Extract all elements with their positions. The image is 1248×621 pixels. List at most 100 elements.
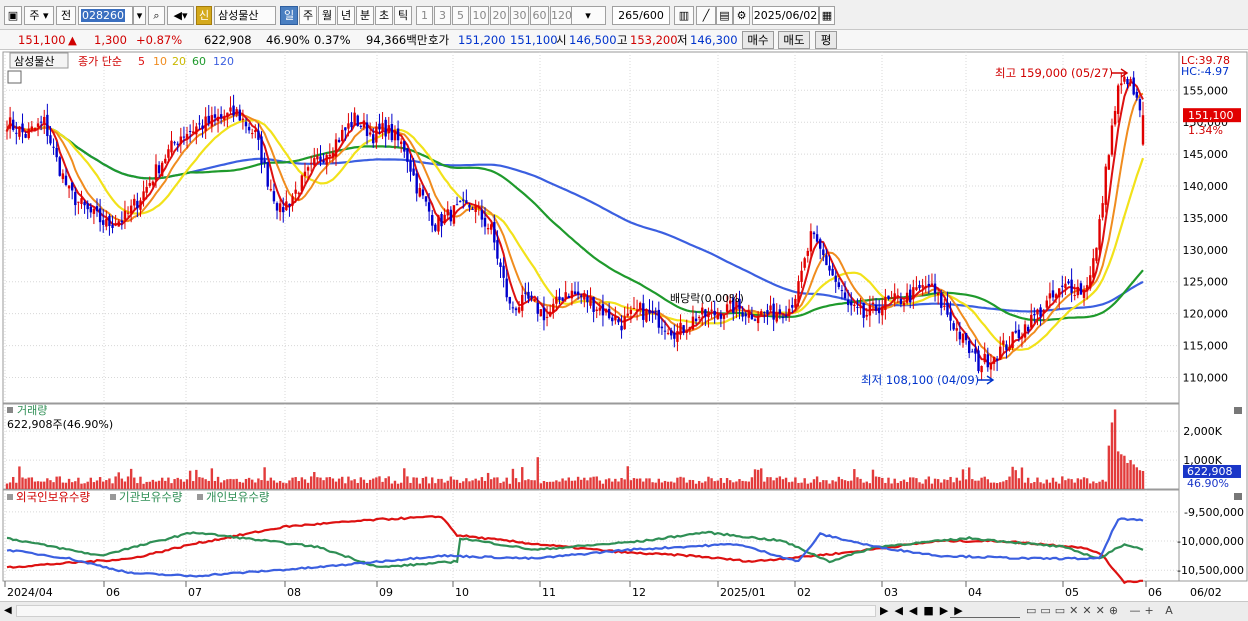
volume-bar bbox=[269, 477, 273, 489]
period-tab-4[interactable]: 분 bbox=[356, 6, 374, 25]
candle-body bbox=[1064, 283, 1067, 289]
volume-bar bbox=[12, 476, 15, 489]
candle bbox=[1107, 153, 1111, 171]
volume-bar bbox=[856, 477, 859, 489]
ask-label: 호가 bbox=[428, 33, 450, 47]
minute-tab-120[interactable]: 120 bbox=[550, 6, 572, 25]
legend-ma20: 20 bbox=[172, 55, 186, 68]
candle-body bbox=[92, 208, 96, 214]
candle-body bbox=[865, 314, 868, 317]
change-value: 1,300 bbox=[94, 33, 127, 47]
candle-body bbox=[1135, 91, 1138, 98]
scroll-left-icon[interactable]: ◀ bbox=[4, 605, 12, 616]
gear-icon[interactable]: ⚙ bbox=[733, 6, 750, 25]
volume-bar bbox=[182, 481, 186, 489]
volume-bar bbox=[309, 476, 313, 489]
window-icon[interactable]: ▣ bbox=[4, 6, 22, 25]
stock-chart-svg[interactable]: 110,000 115,000 120,000 125,000 130,000 135,0… bbox=[0, 51, 1248, 601]
candle-body bbox=[1113, 110, 1117, 125]
volume-bar bbox=[521, 467, 524, 489]
mode-all-button[interactable]: 전 bbox=[56, 6, 76, 25]
volume-bar bbox=[921, 483, 924, 489]
save-icon[interactable]: ▤ bbox=[716, 6, 733, 25]
minute-tab-10[interactable]: 10 bbox=[470, 6, 489, 25]
price-tick-label: 130,000 bbox=[1183, 244, 1229, 257]
sell-button[interactable]: 매도 bbox=[778, 31, 810, 49]
volume-bar bbox=[679, 476, 682, 489]
period-tab-2[interactable]: 월 bbox=[318, 6, 336, 25]
date-field[interactable]: 2025/06/02 bbox=[752, 6, 819, 25]
volume-bar bbox=[64, 482, 68, 489]
minute-tab-1[interactable]: 1 bbox=[416, 6, 433, 25]
draw-icon[interactable]: ╱ bbox=[696, 6, 716, 25]
candle-body bbox=[524, 292, 527, 294]
volume-bar bbox=[1076, 478, 1080, 489]
candle-body bbox=[1011, 331, 1014, 348]
code-dropdown-icon[interactable]: ▾ bbox=[133, 6, 146, 25]
period-tab-6[interactable]: 틱 bbox=[394, 6, 412, 25]
scrollbar[interactable]: ◀ ▶◀◀■▶▶ ▭▭▭✕✕✕⊕ —+ A bbox=[0, 601, 1248, 621]
interval-dropdown[interactable]: ▾ bbox=[570, 6, 606, 25]
candle-body bbox=[393, 130, 397, 141]
volume-bar bbox=[440, 478, 443, 489]
chart-type-icon[interactable]: ▥ bbox=[674, 6, 694, 25]
volume-bar bbox=[223, 480, 226, 489]
candle-body bbox=[511, 307, 515, 309]
minute-tab-5[interactable]: 5 bbox=[452, 6, 469, 25]
volume-bar bbox=[747, 481, 751, 489]
scroll-track[interactable] bbox=[16, 605, 876, 617]
volume-bar bbox=[617, 481, 620, 489]
volume-bar bbox=[384, 478, 387, 489]
candle-body bbox=[561, 297, 564, 301]
minute-tab-20[interactable]: 20 bbox=[490, 6, 509, 25]
candle-body bbox=[607, 308, 611, 319]
volume-bar bbox=[710, 478, 713, 489]
eval-button[interactable]: 평 bbox=[815, 31, 837, 49]
search-icon[interactable]: ⌕ bbox=[148, 6, 165, 25]
code-value: 028260 bbox=[81, 9, 125, 22]
calendar-icon[interactable]: ▦ bbox=[819, 6, 835, 25]
candle-body bbox=[623, 316, 626, 330]
sound-icon[interactable]: ◀▾ bbox=[167, 6, 194, 25]
minute-tab-60[interactable]: 60 bbox=[530, 6, 549, 25]
stock-name[interactable]: 삼성물산 bbox=[214, 6, 276, 25]
chart-area[interactable]: 110,000 115,000 120,000 125,000 130,000 135,0… bbox=[0, 51, 1248, 601]
period-tab-3[interactable]: 년 bbox=[337, 6, 355, 25]
candle-body bbox=[424, 196, 428, 202]
buy-button[interactable]: 매수 bbox=[742, 31, 774, 49]
candle-body bbox=[1104, 166, 1107, 205]
volume-bar bbox=[766, 477, 769, 489]
volume-bar bbox=[337, 478, 341, 489]
volume-bar bbox=[1070, 479, 1073, 489]
minute-tab-3[interactable]: 3 bbox=[434, 6, 451, 25]
period-tab-1[interactable]: 주 bbox=[299, 6, 317, 25]
low-label: 저 bbox=[677, 33, 688, 47]
volume-bar bbox=[868, 483, 872, 489]
volume-bar bbox=[728, 480, 732, 489]
volume-bar bbox=[133, 477, 136, 489]
period-tab-5[interactable]: 초 bbox=[375, 6, 393, 25]
candle-body bbox=[474, 205, 477, 212]
mode-code-dropdown[interactable]: 주 ▾ bbox=[24, 6, 54, 25]
period-tab-0[interactable]: 일 bbox=[280, 6, 298, 25]
time-tick-label: 10 bbox=[455, 586, 469, 599]
count-field[interactable]: 265/600 bbox=[612, 6, 670, 25]
code-input[interactable]: 028260 bbox=[78, 6, 133, 25]
candle-body bbox=[1082, 289, 1086, 298]
zoom-slider[interactable] bbox=[950, 604, 1020, 618]
minute-tab-30[interactable]: 30 bbox=[510, 6, 529, 25]
volume-bar bbox=[1067, 478, 1070, 489]
candle-body bbox=[157, 165, 161, 174]
view-tool-icons[interactable]: ▭▭▭✕✕✕⊕ —+ A bbox=[1026, 604, 1177, 617]
time-tick-label: 08 bbox=[287, 586, 301, 599]
candle-body bbox=[437, 215, 440, 232]
panel-frame-1 bbox=[2, 403, 1180, 490]
volume-bar bbox=[1014, 470, 1017, 489]
volume-bar bbox=[533, 480, 536, 489]
volume-bar bbox=[822, 480, 825, 489]
volume-bar bbox=[396, 483, 400, 489]
candle-body bbox=[567, 295, 570, 298]
candle-body bbox=[831, 268, 834, 276]
volume-bar bbox=[480, 477, 484, 489]
volume-bar bbox=[291, 477, 294, 489]
